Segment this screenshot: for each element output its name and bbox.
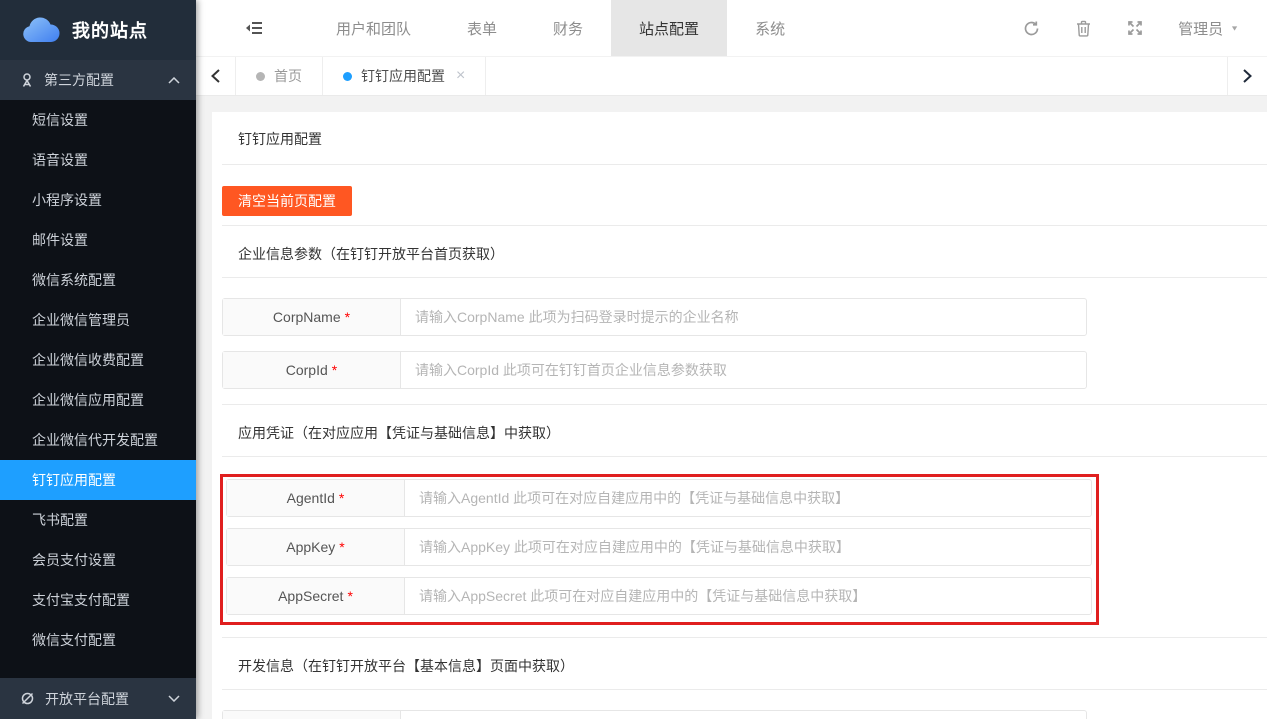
field-label: CorpId *	[223, 352, 401, 388]
divider	[222, 689, 1267, 690]
nav-item-users-teams[interactable]: 用户和团队	[308, 0, 439, 56]
sidebar-group-label: 开放平台配置	[45, 689, 158, 709]
corpname-input[interactable]	[401, 299, 1086, 335]
sidebar-item-dingtalk-app[interactable]: 钉钉应用配置	[0, 460, 196, 500]
required-mark: *	[332, 362, 337, 378]
sidebar-group-label: 第三方配置	[44, 70, 158, 90]
sidebar-item-alipay[interactable]: 支付宝支付配置	[0, 580, 196, 620]
field-label-text: AppSecret	[278, 588, 343, 604]
user-menu[interactable]: 管理员 ▼	[1168, 18, 1239, 39]
sidebar-item-mail[interactable]: 邮件设置	[0, 220, 196, 260]
refresh-icon[interactable]	[1012, 9, 1050, 47]
sidebar-item-wecom-app[interactable]: 企业微信应用配置	[0, 380, 196, 420]
section-title-dev-info: 开发信息（在钉钉开放平台【基本信息】页面中获取）	[212, 638, 1267, 689]
appsecret-input[interactable]	[405, 578, 1091, 614]
sidebar: 我的站点 第三方配置 短信设置 语音设置 小程序设置 邮件设置 微信系统配置 企…	[0, 0, 196, 719]
field-label-text: CorpId	[286, 362, 328, 378]
field-label: CorpName *	[223, 299, 401, 335]
form-field-corpname: CorpName *	[222, 298, 1087, 336]
tabs-scroll-right-icon[interactable]	[1227, 57, 1267, 95]
fullscreen-icon[interactable]	[1116, 9, 1154, 47]
chevron-down-icon	[168, 695, 180, 702]
sidebar-item-wecom-charge[interactable]: 企业微信收费配置	[0, 340, 196, 380]
divider	[222, 456, 1267, 457]
divider	[222, 164, 1267, 165]
required-mark: *	[339, 490, 344, 506]
dev-info-input[interactable]	[401, 711, 1086, 719]
sidebar-group-third-party[interactable]: 第三方配置	[0, 60, 196, 100]
close-icon[interactable]: ×	[456, 68, 465, 84]
annotation-highlight-box: AgentId * AppKey * App	[220, 474, 1099, 625]
section-title-app-credentials: 应用凭证（在对应应用【凭证与基础信息】中获取）	[212, 405, 1267, 456]
tab-home[interactable]: 首页	[236, 57, 323, 95]
sidebar-item-wechat-pay[interactable]: 微信支付配置	[0, 620, 196, 660]
field-label-text: AgentId	[287, 490, 335, 506]
content-area: 钉钉应用配置 清空当前页配置 企业信息参数（在钉钉开放平台首页获取） CorpN…	[196, 96, 1267, 719]
sidebar-item-wecom-dev[interactable]: 企业微信代开发配置	[0, 420, 196, 460]
nav-item-site-config[interactable]: 站点配置	[611, 0, 727, 56]
top-header: 用户和团队 表单 财务 站点配置 系统	[196, 0, 1267, 57]
sidebar-item-miniprogram[interactable]: 小程序设置	[0, 180, 196, 220]
form-field-corpid: CorpId *	[222, 351, 1087, 389]
config-card: 钉钉应用配置 清空当前页配置 企业信息参数（在钉钉开放平台首页获取） CorpN…	[212, 112, 1267, 719]
nav-item-forms[interactable]: 表单	[439, 0, 525, 56]
sidebar-item-wechat-system[interactable]: 微信系统配置	[0, 260, 196, 300]
form-field-partial	[222, 710, 1087, 719]
collapse-menu-icon[interactable]	[236, 10, 272, 46]
appkey-input[interactable]	[405, 529, 1091, 565]
section-title-corp-info: 企业信息参数（在钉钉开放平台首页获取）	[212, 226, 1267, 277]
tab-label: 钉钉应用配置	[361, 66, 445, 86]
required-mark: *	[345, 309, 350, 325]
top-navigation: 用户和团队 表单 财务 站点配置 系统	[308, 0, 813, 56]
sidebar-item-member-pay[interactable]: 会员支付设置	[0, 540, 196, 580]
tab-dingtalk-config[interactable]: 钉钉应用配置 ×	[323, 57, 486, 95]
circle-slash-icon	[20, 691, 35, 706]
form-field-agentid: AgentId *	[226, 479, 1092, 517]
divider	[222, 277, 1267, 278]
field-label: AppKey *	[227, 529, 405, 565]
clear-config-button[interactable]: 清空当前页配置	[222, 186, 352, 216]
brand-logo: 我的站点	[0, 0, 196, 60]
tab-dot	[343, 72, 352, 81]
sidebar-item-feishu[interactable]: 飞书配置	[0, 500, 196, 540]
nav-item-system[interactable]: 系统	[727, 0, 813, 56]
tabs-scroll-left-icon[interactable]	[196, 57, 236, 95]
tab-label: 首页	[274, 66, 302, 86]
form-field-appkey: AppKey *	[226, 528, 1092, 566]
sidebar-item-wecom-admin[interactable]: 企业微信管理员	[0, 300, 196, 340]
field-label-text: AppKey	[286, 539, 335, 555]
field-label	[223, 711, 401, 719]
sidebar-item-sms[interactable]: 短信设置	[0, 100, 196, 140]
field-label: AgentId *	[227, 480, 405, 516]
main-area: 用户和团队 表单 财务 站点配置 系统	[196, 0, 1267, 719]
tab-dot	[256, 72, 265, 81]
sidebar-group-open-platform[interactable]: 开放平台配置	[0, 678, 196, 719]
trash-icon[interactable]	[1064, 9, 1102, 47]
chevron-up-icon	[168, 77, 180, 84]
cloud-logo-icon	[22, 17, 60, 43]
brand-title: 我的站点	[72, 17, 148, 43]
tab-bar: 首页 钉钉应用配置 ×	[196, 57, 1267, 96]
required-mark: *	[339, 539, 344, 555]
field-label-text: CorpName	[273, 309, 341, 325]
user-name: 管理员	[1178, 18, 1223, 39]
caret-down-icon: ▼	[1230, 24, 1239, 32]
required-mark: *	[347, 588, 352, 604]
sidebar-item-voice[interactable]: 语音设置	[0, 140, 196, 180]
agentid-input[interactable]	[405, 480, 1091, 516]
form-field-appsecret: AppSecret *	[226, 577, 1092, 615]
page-title: 钉钉应用配置	[212, 112, 1267, 164]
corpid-input[interactable]	[401, 352, 1086, 388]
field-label: AppSecret *	[227, 578, 405, 614]
user-key-icon	[20, 73, 34, 88]
app-root: 我的站点 第三方配置 短信设置 语音设置 小程序设置 邮件设置 微信系统配置 企…	[0, 0, 1267, 719]
header-actions: 管理员 ▼	[1012, 9, 1239, 47]
nav-item-finance[interactable]: 财务	[525, 0, 611, 56]
sidebar-menu: 短信设置 语音设置 小程序设置 邮件设置 微信系统配置 企业微信管理员 企业微信…	[0, 100, 196, 678]
